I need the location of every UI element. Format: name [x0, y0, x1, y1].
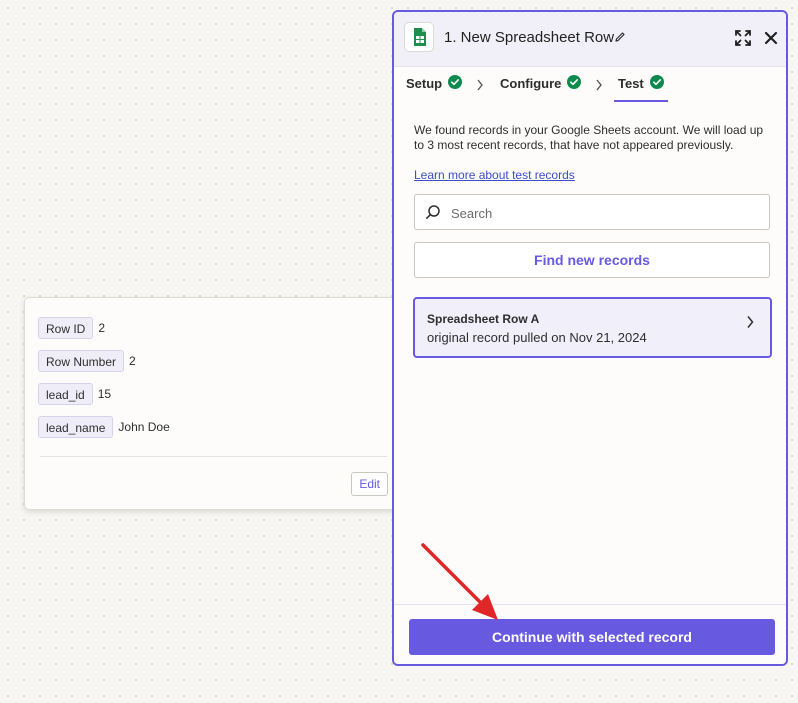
chevron-right-icon — [476, 78, 484, 96]
tab-label: Setup — [406, 75, 443, 91]
record-title: Spreadsheet Row A — [427, 312, 540, 326]
field-value: 2 — [129, 354, 136, 368]
expand-icon[interactable] — [734, 29, 752, 52]
pencil-icon[interactable] — [614, 30, 626, 48]
tab-label: Test — [618, 75, 644, 91]
check-circle-icon — [448, 74, 463, 92]
field-row-lead-name: lead_name John Doe — [38, 416, 170, 438]
record-preview-popover: Row ID 2 Row Number 2 lead_id 15 lead_na… — [24, 297, 403, 510]
field-row-row-number: Row Number 2 — [38, 350, 136, 372]
field-key: lead_id — [38, 383, 93, 405]
search-box — [414, 194, 770, 231]
annotation-arrow-icon — [421, 543, 498, 620]
record-subtitle: original record pulled on Nov 21, 2024 — [427, 330, 647, 345]
check-circle-icon — [567, 74, 582, 92]
field-row-row-id: Row ID 2 — [38, 317, 105, 339]
tab-label: Configure — [500, 75, 562, 91]
learn-more-link[interactable]: Learn more about test records — [414, 168, 575, 182]
field-value: 15 — [97, 387, 112, 401]
intro-text: We found records in your Google Sheets a… — [414, 123, 764, 152]
field-value: John Doe — [118, 420, 170, 434]
field-key: Row ID — [38, 317, 94, 339]
google-sheets-icon — [404, 22, 434, 52]
search-icon — [425, 204, 441, 225]
find-new-records-button[interactable]: Find new records — [414, 242, 770, 278]
field-key: lead_name — [38, 416, 114, 438]
search-input[interactable] — [449, 195, 763, 231]
chevron-right-icon — [746, 315, 754, 334]
tab-test[interactable]: Test — [614, 66, 668, 102]
field-row-lead-id: lead_id 15 — [38, 383, 111, 405]
panel-header: 1. New Spreadsheet Row — [394, 12, 786, 67]
close-icon[interactable] — [762, 29, 780, 52]
record-card[interactable]: Spreadsheet Row A original record pulled… — [413, 297, 772, 358]
check-circle-icon — [649, 74, 664, 92]
edit-button[interactable]: Edit — [351, 472, 388, 496]
divider — [40, 456, 387, 457]
field-key: Row Number — [38, 350, 125, 372]
tab-setup[interactable]: Setup — [406, 66, 463, 100]
chevron-right-icon — [595, 78, 603, 96]
step-tabs: Setup Configure Test — [394, 66, 786, 104]
panel-title: 1. New Spreadsheet Row — [444, 29, 615, 46]
field-value: 2 — [98, 321, 106, 335]
tab-configure[interactable]: Configure — [500, 66, 582, 100]
